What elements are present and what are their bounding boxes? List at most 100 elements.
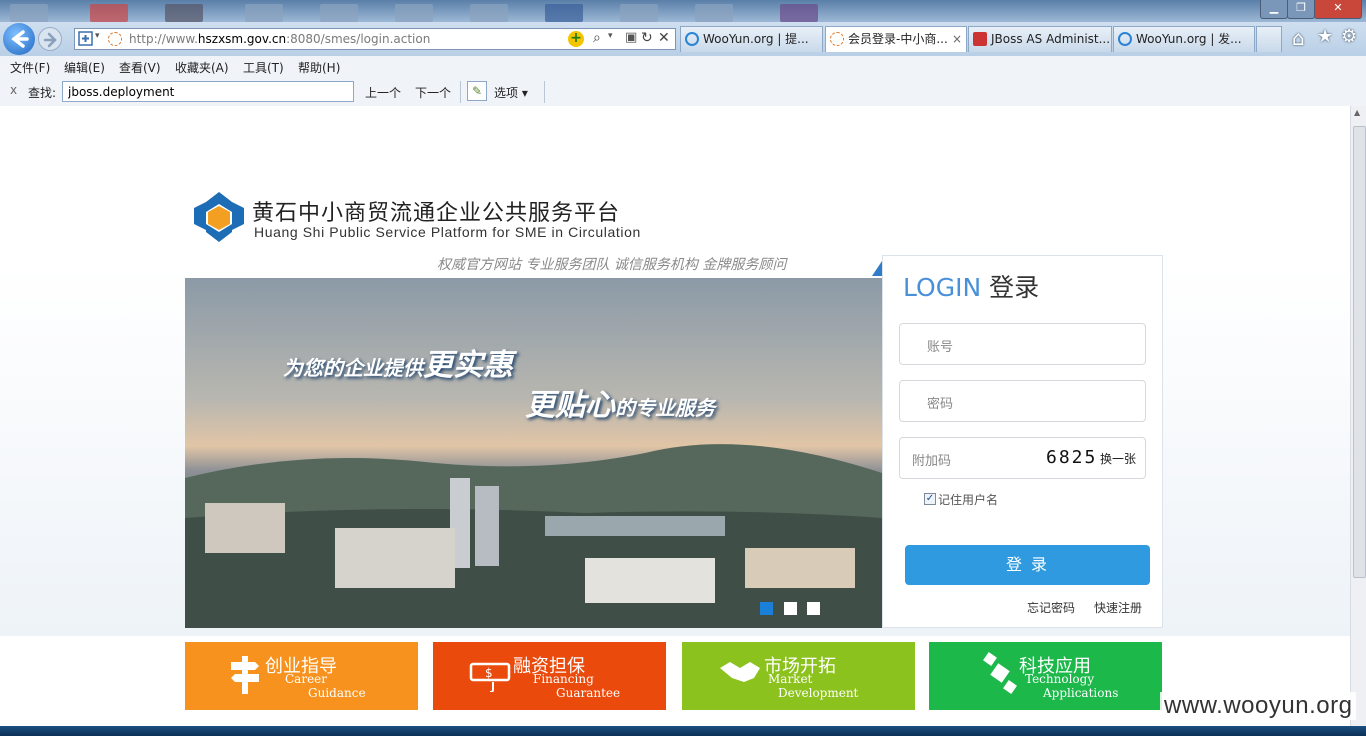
forward-arrow-icon bbox=[43, 32, 57, 48]
menu-view[interactable]: 查看(V) bbox=[119, 59, 161, 76]
site-logo-icon bbox=[194, 192, 244, 242]
tab-wooyun-2[interactable]: WooYun.org | 发... bbox=[1113, 26, 1255, 52]
taskbar-thumbnail bbox=[780, 4, 818, 22]
captcha-refresh-link[interactable]: 换一张 bbox=[1100, 450, 1136, 467]
tab-label: WooYun.org | 发... bbox=[1136, 32, 1242, 46]
forward-button[interactable] bbox=[38, 27, 62, 51]
captcha-placeholder: 附加码 bbox=[912, 454, 952, 469]
restore-button[interactable]: ❐ bbox=[1287, 0, 1315, 19]
menu-edit[interactable]: 编辑(E) bbox=[64, 59, 105, 76]
window-title-strip: ▁ ❐ ✕ bbox=[0, 0, 1366, 22]
browser-navbar: ▾ http://www.hszxsm.gov.cn:8080/smes/log… bbox=[0, 22, 1366, 57]
tile-career-guidance[interactable]: 创业指导 Career Guidance bbox=[185, 642, 418, 710]
find-next-button[interactable]: 下一个 bbox=[415, 84, 451, 101]
carousel-dot-2[interactable] bbox=[784, 602, 797, 615]
captcha-image: 6825 bbox=[1046, 447, 1098, 468]
taskbar-thumbnail bbox=[395, 4, 433, 22]
find-options-button[interactable]: 选项 ▾ bbox=[494, 84, 528, 101]
back-arrow-icon bbox=[11, 30, 29, 48]
login-submit-button[interactable]: 登 录 bbox=[905, 545, 1150, 585]
site-title-cn: 黄石中小商贸流通企业公共服务平台 bbox=[252, 201, 621, 226]
find-bar: x 查找: 上一个 下一个 ✎ 选项 ▾ bbox=[0, 78, 1366, 107]
menu-help[interactable]: 帮助(H) bbox=[298, 59, 340, 76]
refresh-icon[interactable]: ↻ bbox=[641, 30, 653, 46]
divider bbox=[460, 81, 461, 103]
minimize-button[interactable]: ▁ bbox=[1260, 0, 1288, 19]
password-field[interactable]: 密码 bbox=[899, 380, 1146, 422]
find-input[interactable] bbox=[62, 81, 354, 102]
close-find-icon[interactable]: x bbox=[10, 83, 17, 97]
scrollbar-thumb[interactable] bbox=[1353, 126, 1366, 578]
ie-tab-icon bbox=[1118, 32, 1132, 46]
tab-member-login[interactable]: 会员登录-中小商... × bbox=[825, 26, 967, 52]
stop-icon[interactable]: ✕ bbox=[658, 30, 670, 46]
site-title-en: Huang Shi Public Service Platform for SM… bbox=[254, 224, 641, 240]
windows-taskbar bbox=[0, 726, 1366, 736]
carousel-dot-1[interactable] bbox=[760, 602, 773, 615]
new-tab-button[interactable] bbox=[1256, 26, 1282, 52]
tile-financing-guarantee[interactable]: $ 融资担保 Financing Guarantee bbox=[433, 642, 666, 710]
menu-favorites[interactable]: 收藏夹(A) bbox=[175, 59, 229, 76]
ie-tab-icon bbox=[685, 32, 699, 46]
menu-file[interactable]: 文件(F) bbox=[10, 59, 50, 76]
forgot-password-link[interactable]: 忘记密码 bbox=[1027, 599, 1075, 616]
money-umbrella-icon: $ bbox=[469, 662, 511, 692]
tile-subtitle: Technology bbox=[1025, 672, 1095, 686]
address-url: http://www.hszxsm.gov.cn:8080/smes/login… bbox=[129, 32, 431, 46]
menu-bar: 文件(F) 编辑(E) 查看(V) 收藏夹(A) 工具(T) 帮助(H) bbox=[0, 56, 1366, 78]
tile-technology-applications[interactable]: 科技应用 Technology Applications bbox=[929, 642, 1162, 710]
compatibility-icon[interactable] bbox=[78, 31, 94, 47]
captcha-field[interactable]: 附加码 6825 换一张 bbox=[899, 437, 1146, 479]
tab-wooyun-1[interactable]: WooYun.org | 提... bbox=[680, 26, 823, 52]
login-panel: LOGIN 登录 账号 密码 附加码 6825 换一张 ✓ 记住用户名 登 录 … bbox=[882, 255, 1163, 628]
taskbar-thumbnail bbox=[165, 4, 203, 22]
dropdown-icon[interactable]: ▾ bbox=[95, 31, 100, 41]
close-tab-icon[interactable]: × bbox=[952, 27, 962, 51]
banner-headline-2: 更贴心的专业服务 bbox=[525, 388, 715, 423]
close-window-button[interactable]: ✕ bbox=[1314, 0, 1362, 19]
svg-text:$: $ bbox=[485, 666, 493, 680]
tile-subtitle: Financing bbox=[533, 672, 594, 686]
scroll-up-icon[interactable]: ▲ bbox=[1354, 108, 1360, 117]
find-label: 查找: bbox=[28, 86, 57, 100]
home-icon[interactable]: ⌂ bbox=[1292, 26, 1305, 50]
banner-scenery bbox=[185, 444, 882, 628]
tab-label: WooYun.org | 提... bbox=[703, 32, 809, 46]
tile-subtitle: Development bbox=[778, 686, 859, 700]
carousel-dot-3[interactable] bbox=[807, 602, 820, 615]
highlight-icon[interactable]: ✎ bbox=[467, 81, 487, 101]
login-title: LOGIN 登录 bbox=[903, 273, 1040, 302]
taskbar-thumbnail bbox=[545, 4, 583, 22]
password-placeholder: 密码 bbox=[927, 397, 954, 412]
compat-view-icon[interactable]: ▣ bbox=[625, 30, 637, 45]
tile-subtitle: Guarantee bbox=[556, 686, 621, 700]
favorites-icon[interactable]: ★ bbox=[1317, 26, 1333, 47]
search-dropdown-icon[interactable]: ▾ bbox=[608, 31, 613, 41]
site-slogan: 权威官方网站 专业服务团队 诚信服务机构 金牌服务顾问 bbox=[437, 257, 787, 273]
tools-gear-icon[interactable]: ⚙ bbox=[1341, 26, 1357, 47]
back-button[interactable] bbox=[3, 23, 35, 55]
search-icon[interactable]: ⌕ bbox=[593, 30, 601, 46]
satellite-icon bbox=[983, 652, 1017, 694]
tile-subtitle: Applications bbox=[1043, 686, 1119, 700]
quick-register-link[interactable]: 快速注册 bbox=[1094, 599, 1142, 616]
remember-label: 记住用户名 bbox=[938, 493, 999, 507]
address-bar[interactable]: ▾ http://www.hszxsm.gov.cn:8080/smes/log… bbox=[74, 28, 676, 50]
remember-checkbox[interactable]: ✓ bbox=[924, 493, 936, 505]
hero-banner: 为您的企业提供更实惠 更贴心的专业服务 bbox=[185, 278, 882, 628]
loading-tab-icon bbox=[830, 32, 844, 46]
tile-market-development[interactable]: 市场开拓 Market Development bbox=[682, 642, 915, 710]
tab-label: JBoss AS Administ... bbox=[991, 32, 1111, 46]
handshake-icon bbox=[720, 662, 760, 682]
divider bbox=[544, 81, 545, 103]
page-scrollbar[interactable]: ▲ bbox=[1350, 106, 1366, 736]
watermark-text: www.wooyun.org bbox=[1160, 692, 1357, 720]
find-previous-button[interactable]: 上一个 bbox=[365, 84, 401, 101]
menu-tools[interactable]: 工具(T) bbox=[243, 59, 284, 76]
account-field[interactable]: 账号 bbox=[899, 323, 1146, 365]
tab-label: 会员登录-中小商... bbox=[848, 32, 948, 46]
tab-jboss-admin[interactable]: JBoss AS Administ... bbox=[968, 26, 1112, 52]
taskbar-thumbnail bbox=[245, 4, 283, 22]
taskbar-thumbnail bbox=[10, 4, 48, 22]
addon-icon[interactable]: + bbox=[568, 31, 584, 47]
